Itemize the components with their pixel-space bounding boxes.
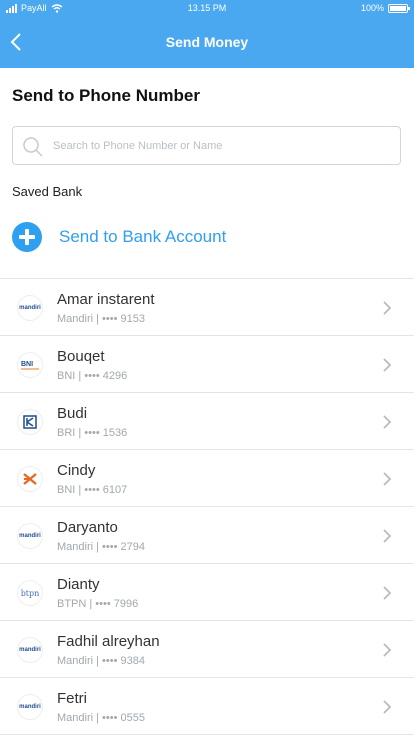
search-input[interactable] <box>53 135 393 157</box>
battery-status: 100% <box>360 3 410 13</box>
contact-name: Budi <box>57 405 88 422</box>
chevron-right-icon <box>383 358 392 372</box>
contact-name: Fadhil alreyhan <box>57 633 160 650</box>
chevron-right-icon <box>383 415 392 429</box>
bri-logo-icon <box>17 409 43 435</box>
contact-name: Fetri <box>57 690 87 707</box>
contact-account: BNI | •••• 6107 <box>57 484 128 496</box>
contact-account: Mandiri | •••• 9153 <box>57 313 145 325</box>
chevron-right-icon <box>383 643 392 657</box>
contact-row-3[interactable]: Cindy BNI | •••• 6107 <box>0 450 414 507</box>
page-title: Send Money <box>165 34 249 50</box>
mandiri-logo-icon: mandiri <box>17 694 43 720</box>
battery-icon <box>388 3 410 13</box>
chevron-right-icon <box>383 301 392 315</box>
bni-logo-icon: BNI <box>17 352 43 378</box>
send-to-bank-account-button[interactable]: Send to Bank Account <box>12 221 226 253</box>
chevron-right-icon <box>383 472 392 486</box>
mandiri-logo-icon: mandiri <box>17 637 43 663</box>
contact-name: Cindy <box>57 462 96 479</box>
mandiri-logo-icon: mandiri <box>17 295 43 321</box>
status-time: 13.15 PM <box>187 3 227 13</box>
contact-row-0[interactable]: mandiri Amar instarent Mandiri | •••• 91… <box>0 279 414 336</box>
contact-account: BTPN | •••• 7996 <box>57 598 139 610</box>
contact-account: Mandiri | •••• 2794 <box>57 541 145 553</box>
contact-row-6[interactable]: mandiri Fadhil alreyhan Mandiri | •••• 9… <box>0 621 414 678</box>
section-title: Send to Phone Number <box>12 86 200 105</box>
contact-name: Daryanto <box>57 519 118 536</box>
send-to-bank-account-label: Send to Bank Account <box>59 227 227 246</box>
contact-account: BRI | •••• 1536 <box>57 427 128 439</box>
contact-account: BNI | •••• 4296 <box>57 370 128 382</box>
contact-account: Mandiri | •••• 9384 <box>57 655 145 667</box>
saved-contacts-list: mandiri Amar instarent Mandiri | •••• 91… <box>0 278 414 735</box>
status-bar: PayAll 13.15 PM 100% <box>0 0 414 18</box>
plus-circle-icon <box>12 222 42 252</box>
contact-account: Mandiri | •••• 0555 <box>57 712 145 724</box>
contact-name: Dianty <box>57 576 100 593</box>
mandiri-logo-icon: mandiri <box>17 523 43 549</box>
btpn-logo-icon: btpn <box>17 580 43 606</box>
bni-logo-icon <box>17 466 43 492</box>
contact-row-1[interactable]: BNI Bouqet BNI | •••• 4296 <box>0 336 414 393</box>
battery-percent: 100% <box>360 3 384 13</box>
app-header: PayAll 13.15 PM 100% Send Money <box>0 0 414 68</box>
contact-row-7[interactable]: mandiri Fetri Mandiri | •••• 0555 <box>0 678 414 735</box>
contact-row-5[interactable]: btpn Dianty BTPN | •••• 7996 <box>0 564 414 621</box>
contact-row-2[interactable]: Budi BRI | •••• 1536 <box>0 393 414 450</box>
contact-name: Amar instarent <box>57 291 155 308</box>
svg-text:BNI: BNI <box>21 361 33 368</box>
chevron-right-icon <box>383 586 392 600</box>
chevron-right-icon <box>383 529 392 543</box>
contact-row-4[interactable]: mandiri Daryanto Mandiri | •••• 2794 <box>0 507 414 564</box>
saved-bank-label: Saved Bank <box>12 184 83 199</box>
search-icon <box>23 137 43 157</box>
contact-name: Bouqet <box>57 348 105 365</box>
chevron-right-icon <box>383 700 392 714</box>
search-box[interactable] <box>12 126 401 165</box>
